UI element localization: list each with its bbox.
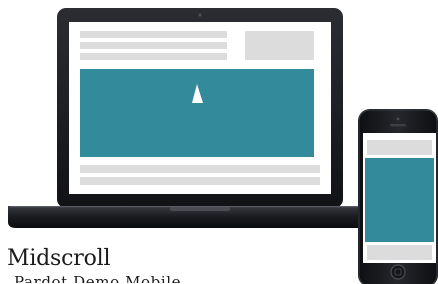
image-placeholder bbox=[245, 31, 314, 60]
text-line-placeholder bbox=[80, 177, 320, 185]
text-line-placeholder bbox=[80, 165, 320, 173]
phone-speaker bbox=[390, 124, 406, 127]
laptop bbox=[8, 8, 392, 228]
laptop-base-highlight bbox=[10, 206, 390, 208]
device-illustration bbox=[8, 8, 438, 284]
teal-content-panel bbox=[365, 158, 434, 242]
home-button bbox=[390, 264, 406, 280]
laptop-camera bbox=[198, 13, 202, 17]
text-line-placeholder bbox=[367, 140, 432, 155]
text-line-placeholder bbox=[80, 31, 227, 38]
phone bbox=[358, 109, 438, 284]
phone-camera bbox=[396, 117, 400, 121]
teal-content-panel bbox=[80, 69, 314, 157]
caption-subtitle: Pardot Demo Mobile bbox=[14, 273, 182, 284]
text-line-placeholder bbox=[80, 53, 227, 60]
text-line-placeholder bbox=[367, 245, 432, 260]
text-line-placeholder bbox=[80, 42, 227, 49]
caption-title: Midscroll bbox=[7, 246, 111, 271]
